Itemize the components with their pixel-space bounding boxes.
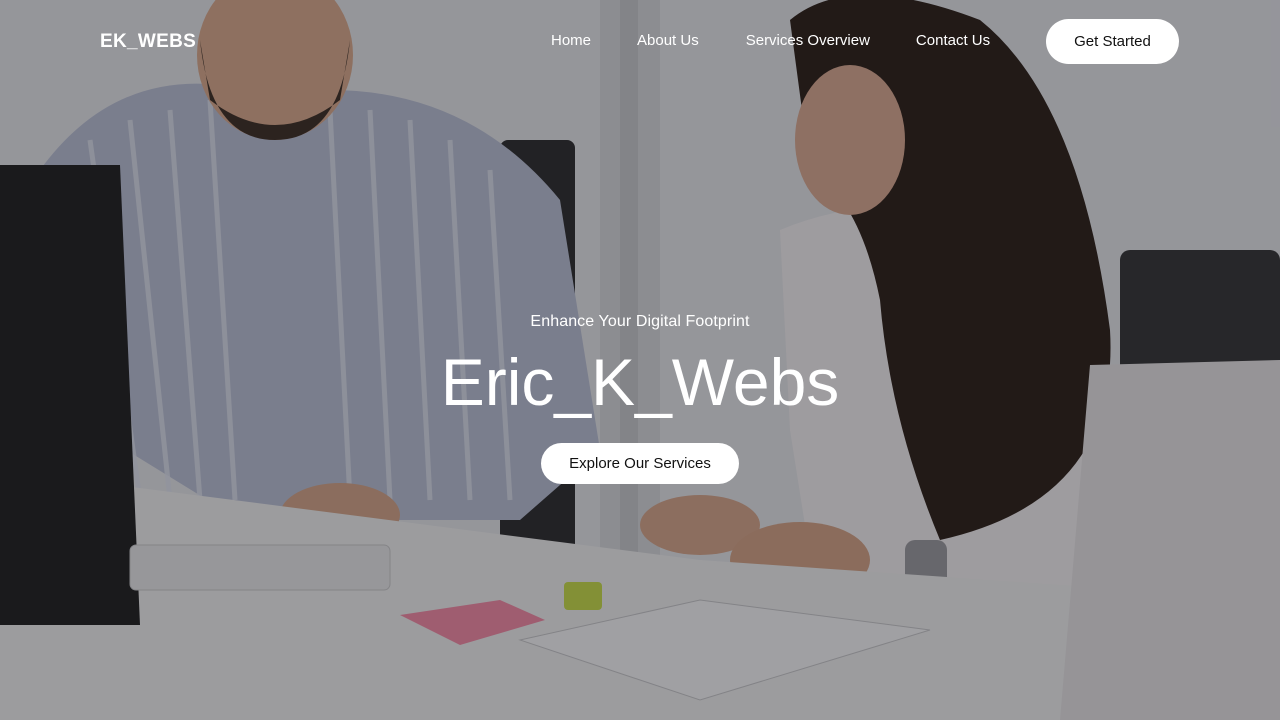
get-started-button[interactable]: Get Started (1046, 19, 1179, 64)
nav-link-services-overview[interactable]: Services Overview (746, 32, 870, 49)
explore-services-button[interactable]: Explore Our Services (541, 443, 739, 484)
top-navigation-bar: EK_WEBS Home About Us Services Overview … (0, 0, 1280, 82)
nav-link-home[interactable]: Home (551, 32, 591, 49)
site-logo[interactable]: EK_WEBS (100, 31, 196, 53)
hero-tagline: Enhance Your Digital Footprint (530, 313, 750, 330)
hero-content: Enhance Your Digital Footprint Eric_K_We… (0, 313, 1280, 484)
nav-link-contact-us[interactable]: Contact Us (916, 32, 990, 49)
nav-link-about-us[interactable]: About Us (637, 32, 699, 49)
nav-links: Home About Us Services Overview Contact … (551, 32, 990, 49)
hero-title: Eric_K_Webs (440, 345, 840, 419)
